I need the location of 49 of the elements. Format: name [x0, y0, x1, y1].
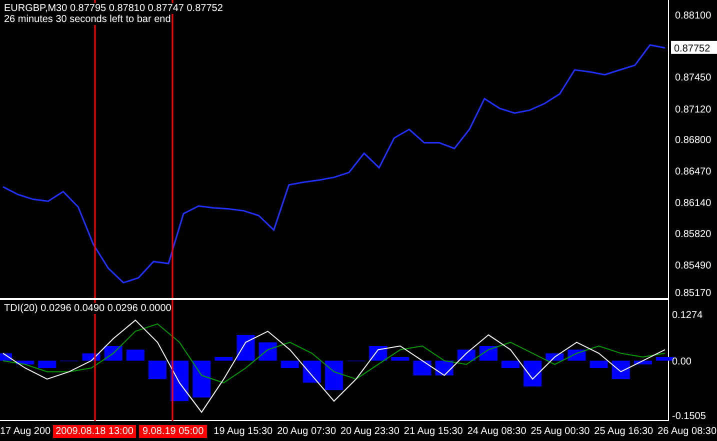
histogram-bar	[369, 346, 388, 361]
time-label: 20 Aug 07:30	[276, 426, 336, 436]
histogram-bar	[170, 360, 189, 402]
histogram-bar	[258, 342, 277, 361]
histogram-bar	[16, 360, 34, 364]
histogram-bar	[302, 360, 321, 383]
indicator-legend: TDI(20) 0.0296 0.0490 0.0296 0.0000	[4, 303, 172, 314]
histogram-bar	[126, 350, 144, 361]
price-tick-label: 0.86140	[675, 198, 712, 210]
current-price-label: 0.87752	[671, 40, 717, 54]
price-tick-label: 0.85820	[675, 228, 712, 240]
price-tick-label: 0.86800	[675, 134, 712, 146]
price-tick-label: 0.88100	[675, 10, 712, 22]
histogram-bar	[214, 357, 233, 361]
histogram-bar	[325, 360, 343, 390]
time-label: 2009.08.18 13:00	[52, 424, 136, 438]
indicator-tick-label: -0.1505	[672, 411, 706, 421]
histogram-bar	[479, 346, 498, 361]
histogram-bar	[524, 360, 542, 386]
time-label: 24 Aug 08:30	[466, 426, 527, 436]
histogram-bar	[590, 360, 608, 368]
histogram-bar	[391, 357, 410, 361]
histogram-bar	[236, 334, 255, 361]
time-label: 26 Aug 08:30	[656, 426, 717, 436]
histogram-bar	[38, 360, 56, 368]
time-label: 25 Aug 00:30	[530, 426, 590, 436]
histogram-bar	[656, 357, 674, 361]
price-tick-label: 0.85490	[675, 260, 712, 272]
indicator-tick-label: 0.00	[672, 356, 692, 368]
bar-countdown: 26 minutes 30 seconds left to bar end	[4, 14, 171, 25]
histogram-bar	[148, 360, 166, 380]
time-label: 17 Aug 200	[0, 426, 51, 436]
price-tick-label: 0.86470	[675, 166, 712, 178]
time-label: 20 Aug 23:30	[339, 426, 400, 436]
histogram-bar	[612, 360, 630, 380]
price-tick-label: 0.87120	[675, 104, 712, 116]
histogram-bar	[280, 360, 299, 368]
histogram-bar	[192, 360, 211, 398]
time-label: 9.08.19 05:00	[139, 424, 207, 438]
histogram-bar	[502, 360, 520, 368]
time-label: 25 Aug 16:30	[593, 426, 654, 436]
price-tick-label: 0.87450	[675, 72, 712, 84]
histogram-bar	[634, 360, 652, 364]
histogram-bar	[413, 360, 432, 376]
price-tick-label: 0.85170	[675, 288, 712, 298]
symbol-quote: EURGBP,M30 0.87795 0.87810 0.87747 0.87752	[4, 3, 223, 14]
time-label: 21 Aug 15:30	[402, 426, 464, 436]
indicator-tick-label: 0.1274	[672, 310, 703, 321]
time-label: 19 Aug 15:30	[212, 426, 274, 436]
